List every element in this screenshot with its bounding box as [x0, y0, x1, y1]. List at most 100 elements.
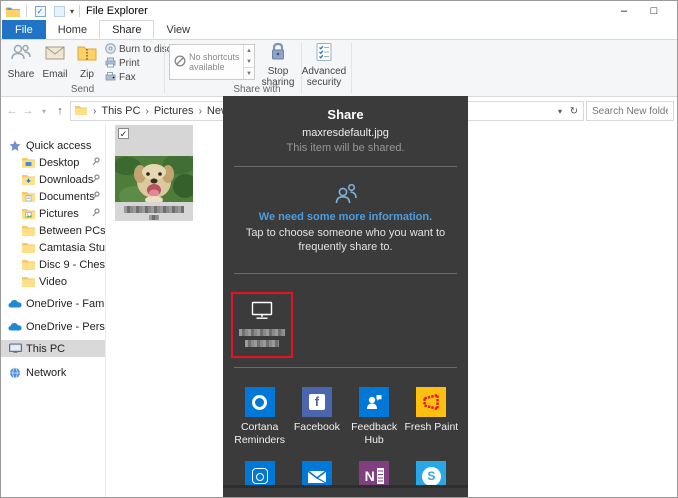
nearby-device-tile[interactable]: [231, 292, 293, 358]
sidebar-item-disc-9[interactable]: Disc 9 - Chest & Sh: [1, 256, 105, 273]
security-checklist-icon: [315, 42, 333, 65]
gallery-more-icon[interactable]: ▼: [244, 67, 254, 79]
app-instagram[interactable]: [231, 461, 288, 485]
share-with-group-label: Share with: [164, 84, 350, 95]
advanced-security-button[interactable]: Advanced security: [305, 42, 343, 90]
panel-divider: [234, 367, 457, 368]
address-box-controls: ▾ ↻: [553, 102, 581, 120]
star-icon: [8, 139, 22, 153]
email-envelope-icon: [44, 42, 66, 67]
search-input[interactable]: [586, 101, 674, 121]
sidebar-item-documents[interactable]: Documents: [1, 188, 105, 205]
panel-divider: [234, 166, 457, 167]
sidebar-item-between-pcs[interactable]: Between PCs: [1, 222, 105, 239]
dog-thumbnail-image: [115, 156, 193, 202]
feedback-hub-icon: [359, 387, 389, 417]
device-name-redacted: [245, 340, 279, 347]
divider: [79, 5, 80, 17]
customize-qat-chevron-icon[interactable]: ▾: [70, 7, 74, 16]
up-button[interactable]: ↑: [52, 102, 68, 120]
sidebar-item-quick-access[interactable]: Quick access: [1, 137, 105, 154]
tab-share[interactable]: Share: [99, 20, 154, 39]
burn-to-disc-button[interactable]: Burn to disc: [105, 43, 172, 56]
tab-file[interactable]: File: [2, 20, 46, 39]
ribbon-group-send: Share Email Zip Burn to disc Print: [1, 40, 164, 96]
breadcrumb-this-pc[interactable]: This PC: [99, 105, 142, 117]
sidebar-item-video[interactable]: Video: [1, 273, 105, 290]
tab-home[interactable]: Home: [46, 20, 99, 39]
instagram-icon: [245, 461, 275, 485]
app-mail[interactable]: [288, 461, 345, 485]
info-text: Tap to choose someone who you want to fr…: [235, 226, 456, 254]
no-shortcuts-icon: [174, 55, 186, 70]
share-button[interactable]: Share: [5, 42, 37, 84]
people-group-icon: [223, 182, 468, 206]
quick-access-toolbar: ✓ ▾: [5, 3, 82, 19]
stop-sharing-button[interactable]: Stop sharing: [259, 42, 297, 90]
app-facebook[interactable]: f Facebook: [288, 387, 345, 447]
pin-icon: [92, 174, 100, 186]
forward-button[interactable]: →: [20, 102, 36, 120]
folder-icon: [21, 275, 35, 289]
folder-icon: [21, 241, 35, 255]
pin-icon: [92, 157, 100, 169]
new-folder-button[interactable]: [51, 3, 67, 19]
back-button[interactable]: ←: [4, 102, 20, 120]
share-panel-title: Share: [223, 107, 468, 122]
device-name-redacted: [239, 329, 285, 336]
panel-divider: [234, 273, 457, 274]
sidebar-item-downloads[interactable]: Downloads: [1, 171, 105, 188]
gallery-scroll-down-icon[interactable]: ▼: [244, 56, 254, 67]
address-dropdown-chevron-icon[interactable]: ▾: [553, 107, 567, 116]
share-apps-row-2: N S: [223, 461, 468, 485]
sidebar-item-this-pc[interactable]: This PC: [1, 340, 105, 357]
disc-icon: [105, 43, 116, 57]
panel-bottom-divider: [223, 485, 468, 488]
app-cortana-reminders[interactable]: Cortana Reminders: [231, 387, 288, 447]
share-people-icon: [10, 42, 32, 67]
onedrive-cloud-icon: [8, 297, 22, 311]
gallery-scroll-up-icon[interactable]: ▲: [244, 45, 254, 56]
network-globe-icon: [8, 366, 22, 380]
title-bar: ✓ ▾ File Explorer – □: [1, 1, 677, 21]
share-apps-row-2-clipped: N S: [223, 461, 468, 485]
refresh-icon[interactable]: ↻: [567, 106, 581, 117]
email-button[interactable]: Email: [39, 42, 71, 84]
this-pc-monitor-icon: [8, 342, 22, 356]
skype-icon: S: [416, 461, 446, 485]
file-explorer-window: ✓ ▾ File Explorer – □ File Home Share Vi…: [0, 0, 678, 498]
sidebar-item-camtasia-studio[interactable]: Camtasia Studio: [1, 239, 105, 256]
info-heading: We need some more information.: [223, 211, 468, 223]
file-item-maxresdefault[interactable]: ✓: [115, 125, 193, 221]
fax-icon: [105, 71, 116, 85]
breadcrumb-pictures[interactable]: Pictures: [152, 105, 196, 117]
recent-locations-chevron-icon[interactable]: ▾: [36, 102, 52, 120]
breadcrumb-chevron: ›: [196, 106, 205, 117]
app-skype[interactable]: S: [403, 461, 460, 485]
sidebar-item-onedrive-personal[interactable]: OneDrive - Personal: [1, 318, 105, 335]
selection-checkbox[interactable]: ✓: [118, 128, 129, 139]
file-ext-redacted: [149, 215, 159, 220]
maximize-button[interactable]: □: [639, 1, 669, 21]
app-onenote[interactable]: N: [346, 461, 403, 485]
sidebar-item-onedrive-family[interactable]: OneDrive - Family: [1, 295, 105, 312]
zip-button[interactable]: Zip: [71, 42, 103, 84]
pin-icon: [92, 191, 100, 203]
fresh-paint-icon: [416, 387, 446, 417]
print-button[interactable]: Print: [105, 57, 140, 70]
lock-icon: [269, 42, 287, 65]
properties-button[interactable]: ✓: [32, 3, 48, 19]
share-with-gallery[interactable]: No shortcuts available ▲ ▼ ▼: [169, 44, 255, 80]
downloads-folder-icon: [21, 173, 35, 187]
sidebar-item-network[interactable]: Network: [1, 364, 105, 381]
onenote-icon: N: [359, 461, 389, 485]
app-fresh-paint[interactable]: Fresh Paint: [403, 387, 460, 447]
app-feedback-hub[interactable]: Feedback Hub: [346, 387, 403, 447]
onedrive-cloud-icon: [8, 320, 22, 334]
share-subtitle: This item will be shared.: [223, 142, 468, 154]
fax-button[interactable]: Fax: [105, 71, 136, 84]
minimize-button[interactable]: –: [609, 1, 639, 21]
tab-view[interactable]: View: [154, 20, 202, 39]
sidebar-item-desktop[interactable]: Desktop: [1, 154, 105, 171]
sidebar-item-pictures[interactable]: Pictures: [1, 205, 105, 222]
